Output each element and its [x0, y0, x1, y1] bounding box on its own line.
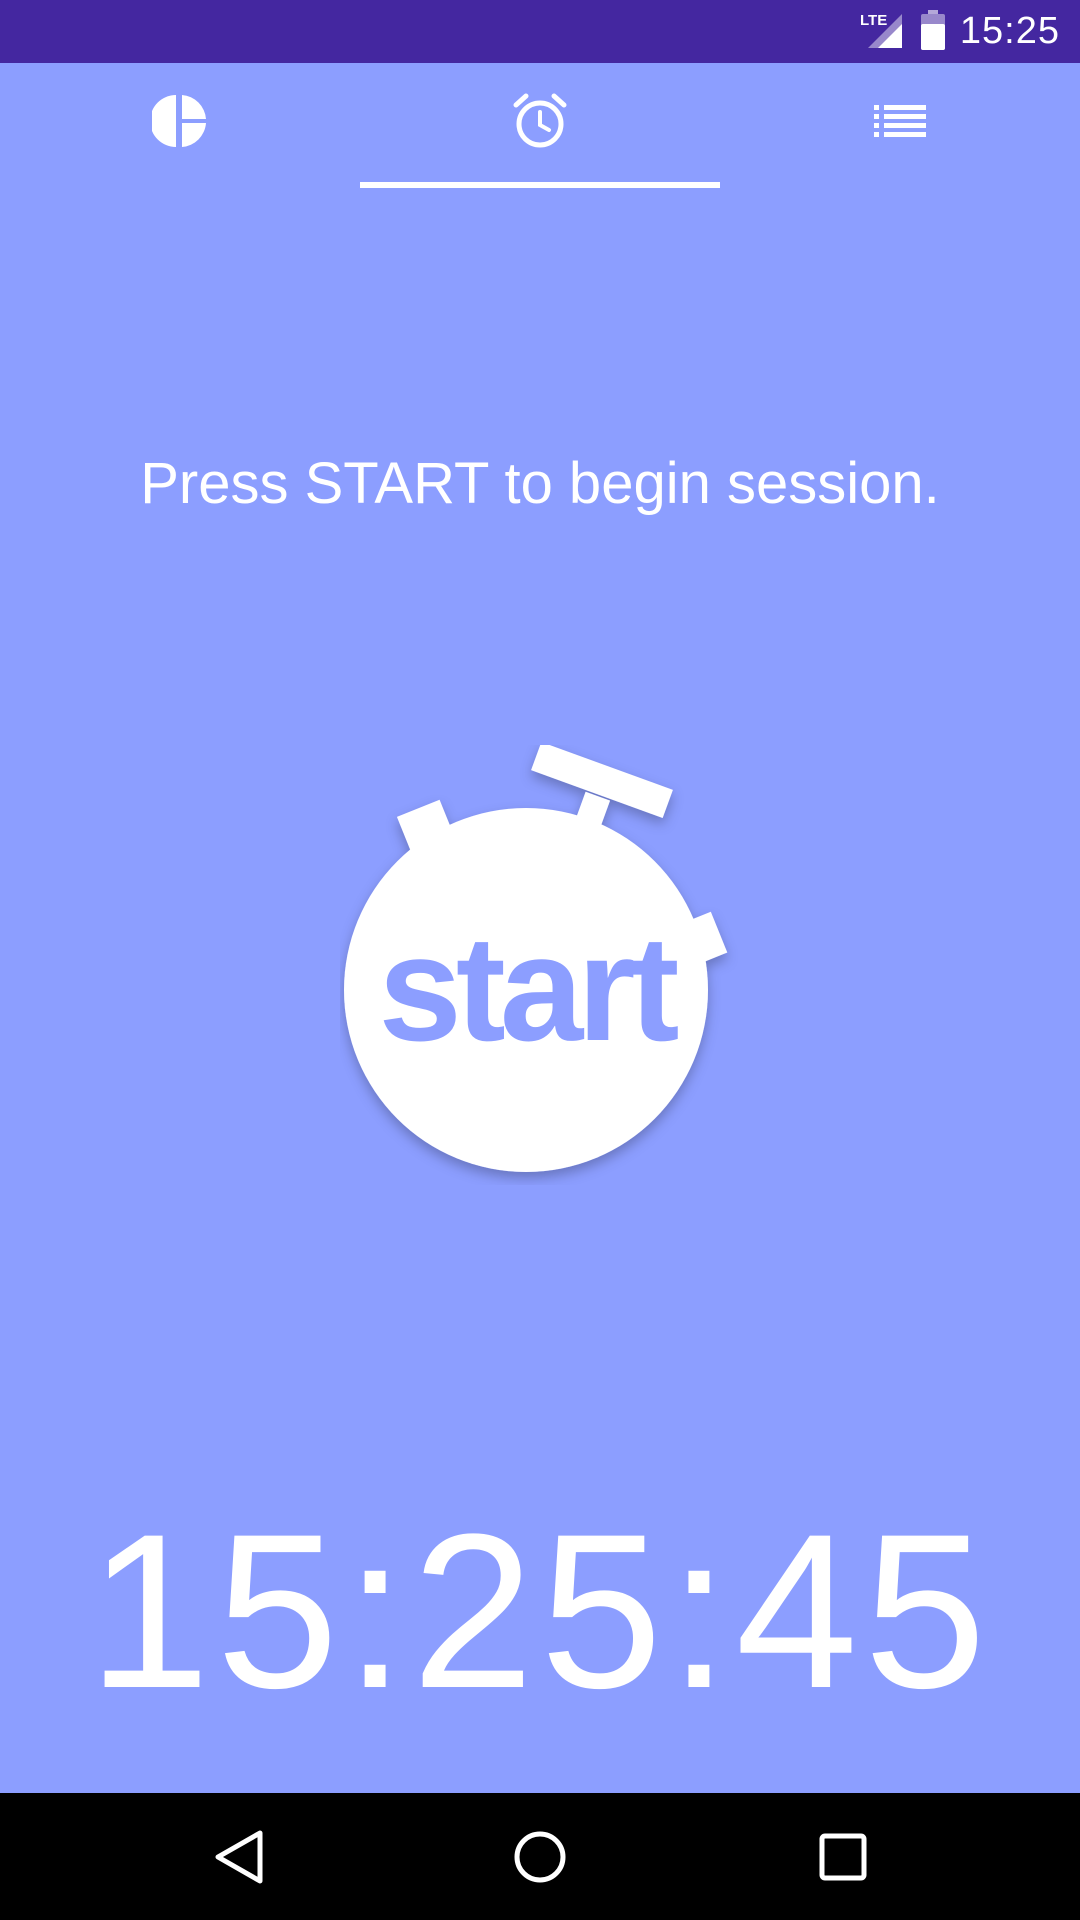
tab-list[interactable] — [720, 63, 1080, 193]
status-icons: LTE 15:25 — [860, 0, 1060, 63]
tab-bar — [0, 63, 1080, 193]
tab-timer[interactable] — [360, 63, 720, 193]
start-label: start — [378, 904, 678, 1072]
network-label: LTE — [860, 12, 887, 29]
session-prompt: Press START to begin session. — [140, 451, 940, 516]
status-bar: LTE 15:25 — [0, 0, 1080, 63]
stopwatch-icon: start — [344, 741, 728, 1172]
recents-icon — [819, 1833, 867, 1880]
tab-selected-indicator — [360, 182, 720, 188]
home-button[interactable] — [450, 1793, 630, 1920]
system-nav-bar — [0, 1793, 1080, 1920]
back-icon — [215, 1830, 263, 1883]
alarm-clock-icon — [512, 93, 568, 153]
recents-button[interactable] — [753, 1793, 933, 1920]
home-icon — [514, 1831, 566, 1882]
status-time: 15:25 — [959, 10, 1060, 52]
start-button[interactable]: start — [340, 741, 740, 1185]
back-button[interactable] — [148, 1793, 328, 1920]
current-time-display: 15:25:45 — [87, 1488, 993, 1734]
pie-chart-icon — [150, 93, 208, 153]
lte-signal-icon: LTE — [860, 10, 906, 54]
battery-icon — [920, 9, 946, 54]
tab-stats[interactable] — [0, 63, 360, 193]
list-icon — [874, 105, 926, 141]
